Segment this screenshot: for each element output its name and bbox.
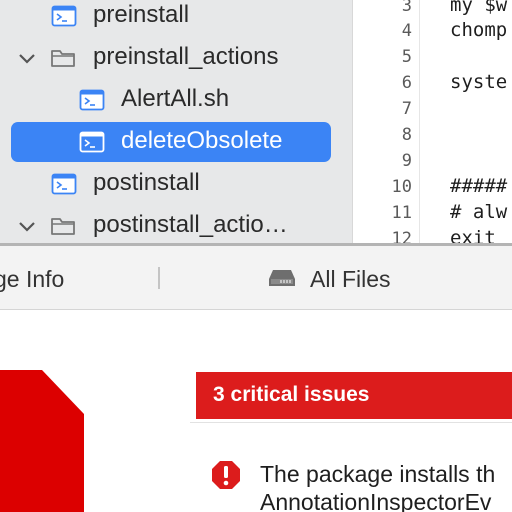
code-line: exit: [450, 227, 508, 244]
error-octagon-icon: [212, 461, 240, 489]
tree-item-preinstall[interactable]: preinstall: [0, 0, 352, 38]
code-line: my $w: [450, 0, 508, 16]
tab-separator: [158, 267, 160, 289]
chevron-down-icon[interactable]: [18, 52, 36, 66]
line-number: 4: [401, 21, 412, 41]
tree-item-label: preinstall_actions: [93, 43, 279, 70]
issue-description-line: AnnotationInspectorEv: [260, 489, 492, 512]
line-number: 5: [401, 47, 412, 67]
critical-issues-label: 3 critical issues: [213, 383, 370, 406]
chevron-down-icon[interactable]: [18, 220, 36, 234]
tree-folder-preinstall-actions[interactable]: preinstall_actions: [0, 38, 352, 80]
line-number: 9: [401, 151, 412, 171]
tree-item-postinstall[interactable]: postinstall: [0, 164, 352, 206]
line-number: 10: [391, 177, 412, 197]
critical-issues-banner: 3 critical issues: [196, 372, 512, 419]
tree-item-alertall[interactable]: AlertAll.sh: [0, 80, 352, 122]
tab-package-info[interactable]: ge Info: [0, 266, 64, 293]
code-line: chomp: [450, 19, 508, 41]
code-editor[interactable]: my $w chomp syste ##### # alw exit: [420, 0, 512, 244]
tree-item-deleteobsolete[interactable]: deleteObsolete: [0, 122, 352, 164]
tree-item-label: postinstall: [93, 169, 200, 196]
issue-description-line: The package installs th: [260, 461, 496, 487]
script-icon: [79, 89, 105, 111]
tree-folder-postinstall-actions[interactable]: postinstall_actio…: [0, 206, 352, 244]
file-tree: preinstall preinstall_actions AlertAll.s…: [0, 0, 352, 244]
script-icon: [79, 131, 105, 153]
line-number: 6: [401, 73, 412, 93]
line-number: 3: [401, 0, 412, 16]
tab-bar: ge Info All Files: [0, 246, 512, 310]
code-line: #####: [450, 175, 508, 197]
disk-drive-icon: [269, 270, 295, 286]
folder-icon: [51, 50, 75, 67]
tree-item-label: preinstall: [93, 1, 190, 28]
folder-icon: [51, 218, 75, 235]
code-line: # alw: [450, 201, 508, 223]
code-line: syste: [450, 71, 508, 93]
line-number: 8: [401, 125, 412, 145]
line-number: 11: [391, 203, 412, 223]
tab-all-files[interactable]: All Files: [310, 266, 391, 293]
tree-item-label: AlertAll.sh: [121, 85, 230, 112]
stop-sign-icon: [0, 370, 84, 512]
script-icon: [51, 5, 77, 27]
section-divider: [190, 422, 512, 423]
tree-item-label: deleteObsolete: [121, 127, 283, 154]
line-number: 12: [391, 229, 412, 244]
line-number: 7: [401, 99, 412, 119]
report-panel: 3 critical issues The package installs t…: [0, 310, 512, 512]
script-icon: [51, 173, 77, 195]
tree-item-label: postinstall_actio…: [93, 211, 288, 238]
line-number-gutter: 3 4 5 6 7 8 9 10 11 12: [352, 0, 420, 244]
